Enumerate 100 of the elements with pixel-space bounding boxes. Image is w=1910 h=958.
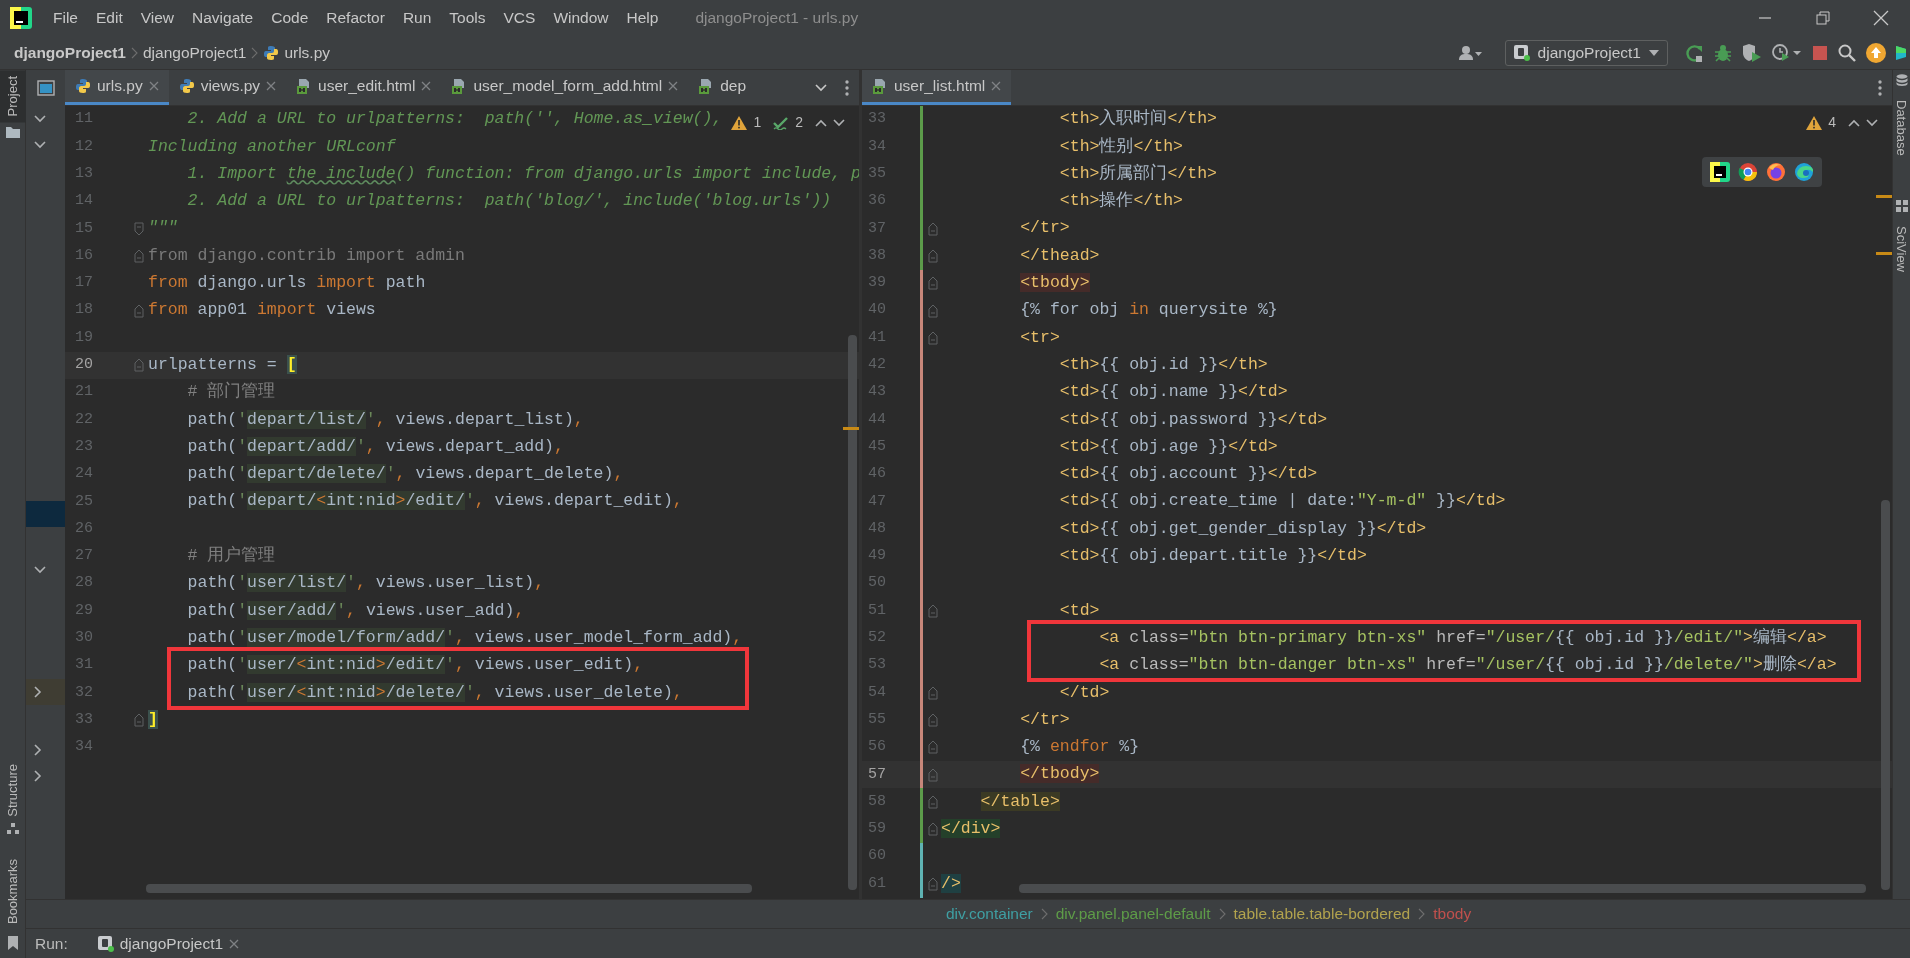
change-marker[interactable] — [920, 242, 923, 270]
menu-item[interactable]: View — [131, 6, 184, 30]
change-marker[interactable] — [920, 788, 923, 816]
fold-icon[interactable] — [928, 331, 938, 345]
change-marker[interactable] — [920, 761, 923, 789]
search-icon[interactable] — [1838, 43, 1856, 62]
bookmark-icon[interactable] — [6, 936, 19, 950]
fold-icon[interactable] — [134, 358, 144, 373]
more-icon[interactable] — [845, 79, 849, 96]
bug-icon[interactable] — [1714, 43, 1732, 62]
fold-icon[interactable] — [928, 276, 938, 291]
tab-close-icon[interactable] — [668, 81, 679, 91]
fold-icon[interactable] — [928, 604, 938, 618]
clock-run-icon[interactable] — [1772, 43, 1802, 62]
structure-icon[interactable] — [6, 822, 19, 835]
tool-window-tab[interactable]: SciView — [1892, 219, 1910, 278]
file-tab[interactable]: views.py — [168, 70, 287, 105]
file-tab[interactable]: user_list.html — [862, 70, 1012, 105]
change-marker[interactable] — [920, 406, 923, 434]
tool-window-tab[interactable]: Structure — [0, 758, 26, 823]
change-marker[interactable] — [920, 679, 923, 707]
run-configuration-dropdown[interactable]: djangoProject1 — [1504, 39, 1668, 66]
fold-icon[interactable] — [134, 713, 144, 728]
change-marker[interactable] — [920, 106, 923, 134]
change-marker[interactable] — [920, 870, 923, 898]
chevron-down-icon[interactable] — [34, 115, 46, 123]
breadcrumb-item[interactable]: table.table.table-bordered — [1225, 902, 1419, 926]
fold-icon[interactable] — [134, 303, 144, 318]
browser-icon[interactable] — [1766, 162, 1786, 182]
fold-icon[interactable] — [928, 822, 938, 837]
change-marker[interactable] — [920, 624, 923, 652]
change-marker[interactable] — [920, 460, 923, 489]
scrollbar-thumb[interactable] — [146, 884, 752, 893]
folder-icon[interactable] — [5, 126, 20, 139]
chevron-down-icon[interactable] — [1866, 118, 1878, 127]
menu-item[interactable]: Refactor — [317, 6, 394, 30]
menu-item[interactable]: Edit — [87, 6, 132, 30]
file-tab[interactable]: user_edit.html — [286, 70, 442, 105]
tab-list-icon[interactable] — [815, 83, 827, 92]
chevron-right-icon[interactable] — [34, 744, 42, 756]
restore-icon[interactable] — [1816, 11, 1830, 25]
breadcrumb-item[interactable]: div.container — [938, 902, 1041, 926]
app-logo-icon[interactable] — [10, 7, 32, 29]
more-icon[interactable] — [1878, 79, 1882, 96]
scrollbar-thumb[interactable] — [1019, 884, 1866, 893]
ide-logo-icon[interactable] — [1710, 162, 1730, 182]
menu-item[interactable]: Code — [262, 6, 318, 30]
fold-icon[interactable] — [928, 876, 938, 891]
file-tab[interactable]: dep — [688, 70, 756, 105]
selected-tree-row[interactable] — [26, 679, 65, 705]
chevron-down-icon[interactable] — [34, 141, 46, 149]
change-marker[interactable] — [920, 515, 923, 543]
breadcrumb-item[interactable]: djangoProject1 — [14, 40, 126, 65]
tab-close-icon[interactable] — [148, 81, 159, 91]
change-marker[interactable] — [920, 133, 923, 161]
change-marker[interactable] — [920, 160, 923, 188]
change-marker[interactable] — [920, 706, 923, 734]
browser-icon[interactable] — [1738, 162, 1758, 182]
rerun-icon[interactable] — [1686, 43, 1704, 62]
grid-icon[interactable] — [1895, 199, 1908, 212]
tool-window-tab[interactable]: Bookmarks — [0, 852, 26, 930]
scrollbar-thumb[interactable] — [848, 335, 857, 890]
breadcrumb-item[interactable]: div.panel.panel-default — [1047, 902, 1219, 926]
breadcrumb-item[interactable]: urls.py — [284, 40, 331, 65]
change-marker[interactable] — [920, 570, 923, 598]
close-icon[interactable] — [1873, 10, 1889, 26]
chevron-up-icon[interactable] — [1848, 118, 1860, 127]
change-marker[interactable] — [920, 733, 923, 762]
warning-icon[interactable] — [1806, 115, 1823, 130]
fold-icon[interactable] — [928, 685, 938, 700]
scrollbar-thumb[interactable] — [1881, 500, 1890, 890]
fold-icon[interactable] — [928, 713, 938, 728]
tab-close-icon[interactable] — [421, 81, 432, 91]
shield-run-icon[interactable] — [1742, 43, 1762, 62]
file-tab[interactable]: urls.py — [65, 70, 169, 105]
change-marker[interactable] — [920, 815, 923, 843]
update-icon[interactable] — [1866, 42, 1886, 63]
breadcrumb-item[interactable]: djangoProject1 — [142, 40, 247, 65]
file-tab[interactable]: user_model_form_add.html — [441, 70, 689, 105]
menu-item[interactable]: File — [44, 6, 87, 30]
fold-icon[interactable] — [134, 221, 144, 236]
user-dropdown-icon[interactable] — [1458, 44, 1483, 61]
change-marker[interactable] — [920, 187, 923, 216]
change-marker[interactable] — [920, 597, 923, 625]
change-marker[interactable] — [920, 297, 923, 325]
change-marker[interactable] — [920, 488, 923, 516]
change-marker[interactable] — [920, 378, 923, 407]
change-marker[interactable] — [920, 651, 923, 680]
menu-item[interactable]: Help — [617, 6, 668, 30]
fold-icon[interactable] — [928, 303, 938, 318]
change-marker[interactable] — [920, 542, 923, 571]
change-marker[interactable] — [920, 269, 923, 298]
menu-item[interactable]: Navigate — [183, 6, 263, 30]
warning-icon[interactable] — [731, 115, 748, 130]
panel-layout-icon[interactable] — [36, 80, 55, 96]
chevron-right-icon[interactable] — [34, 770, 42, 782]
menu-item[interactable]: Tools — [440, 6, 495, 30]
fold-icon[interactable] — [928, 740, 938, 755]
tool-window-tab[interactable]: Database — [1892, 94, 1910, 162]
database-icon[interactable] — [1895, 74, 1908, 86]
